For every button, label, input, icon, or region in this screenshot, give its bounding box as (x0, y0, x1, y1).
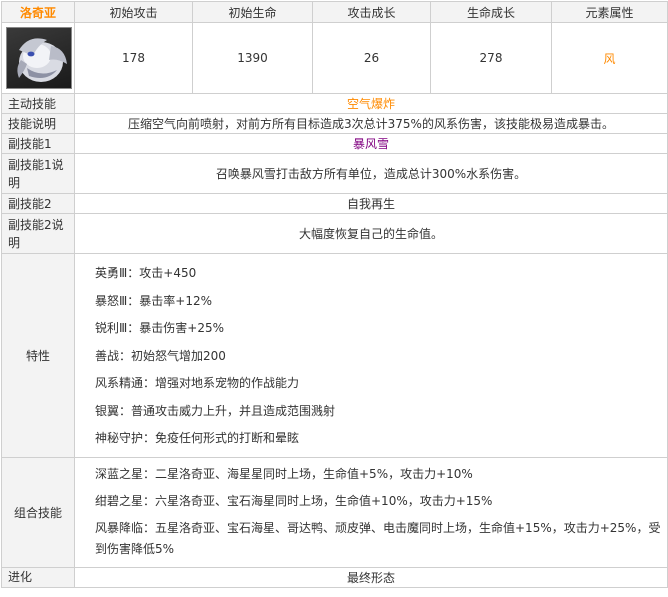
pet-name: 洛奇亚 (1, 1, 75, 23)
active-skill-row: 主动技能 空气爆炸 (1, 93, 668, 114)
initial-attack-value: 178 (74, 22, 193, 94)
sub-skill1-desc-row: 副技能1说明 召唤暴风雪打击敌方所有单位，造成总计300%水系伤害。 (1, 153, 668, 194)
trait-item: 英勇Ⅲ：攻击+450 (95, 266, 197, 280)
avatar-cell (1, 22, 75, 94)
trait-item: 风系精通：增强对地系宠物的作战能力 (95, 376, 300, 390)
skill-desc-row: 技能说明 压缩空气向前喷射，对前方所有目标造成3次总计375%的风系伤害，该技能… (1, 113, 668, 134)
col-attack-growth: 攻击成长 (312, 1, 431, 23)
hp-growth-value: 278 (430, 22, 552, 94)
combo-text: 绀碧之星：六星洛奇亚、宝石海星同时上场，生命值+10%，攻击力+15% (95, 493, 493, 508)
sub-skill2-name: 自我再生 (74, 193, 668, 214)
combo-list: 深蓝之星：二星洛奇亚、海星星同时上场，生命值+5%，攻击力+10% 绀碧之星：六… (75, 458, 667, 567)
skill-desc-label: 技能说明 (1, 113, 75, 134)
col-element: 元素属性 (551, 1, 668, 23)
combo-item: 绀碧之星：六星洛奇亚、宝石海星同时上场，生命值+10%，攻击力+15% (79, 488, 667, 515)
col-initial-attack: 初始攻击 (74, 1, 193, 23)
sub-skill1-desc-text: 召唤暴风雪打击敌方所有单位，造成总计300%水系伤害。 (74, 153, 668, 194)
col-initial-hp: 初始生命 (192, 1, 313, 23)
trait-item: 神秘守护：免疫任何形式的打断和晕眩 (95, 431, 300, 445)
sub-skill2-row: 副技能2 自我再生 (1, 193, 668, 214)
trait-item: 锐利Ⅲ：暴击伤害+25% (95, 321, 225, 335)
header-row: 洛奇亚 初始攻击 初始生命 攻击成长 生命成长 元素属性 (1, 1, 668, 23)
skill-desc-text: 压缩空气向前喷射，对前方所有目标造成3次总计375%的风系伤害，该技能极易造成暴… (74, 113, 668, 134)
pet-info-table: 洛奇亚 初始攻击 初始生命 攻击成长 生命成长 元素属性 178 1390 26 (1, 1, 668, 588)
traits-cell: 英勇Ⅲ：攻击+450 暴怒Ⅲ：暴击率+12% 锐利Ⅲ：暴击伤害+25% 善战：初… (74, 253, 668, 458)
sub-skill1-desc-label: 副技能1说明 (1, 153, 75, 194)
combo-cell: 深蓝之星：二星洛奇亚、海星星同时上场，生命值+5%，攻击力+10% 绀碧之星：六… (74, 456, 668, 568)
combo-item: 深蓝之星：二星洛奇亚、海星星同时上场，生命值+5%，攻击力+10% (79, 461, 667, 488)
sub-skill2-desc-row: 副技能2说明 大幅度恢复自己的生命值。 (1, 213, 668, 254)
trait-item: 银翼：普通攻击威力上升，并且造成范围溅射 (95, 403, 336, 418)
traits-row: 特性 英勇Ⅲ：攻击+450 暴怒Ⅲ：暴击率+12% 锐利Ⅲ：暴击伤害+25% 善… (1, 253, 668, 458)
trait-item: 善战：初始怒气增加200 (95, 348, 226, 363)
evolution-value: 最终形态 (74, 566, 668, 588)
sub-skill1-name: 暴风雪 (74, 133, 668, 154)
evolution-row: 进化 最终形态 (1, 566, 668, 588)
combo-label: 组合技能 (1, 456, 75, 568)
attack-growth-value: 26 (312, 22, 431, 94)
element-value: 风 (551, 22, 668, 94)
sub-skill2-desc-text: 大幅度恢复自己的生命值。 (74, 213, 668, 254)
combo-text: 深蓝之星：二星洛奇亚、海星星同时上场，生命值+5%，攻击力+10% (95, 466, 473, 481)
traits-list: 英勇Ⅲ：攻击+450 暴怒Ⅲ：暴击率+12% 锐利Ⅲ：暴击伤害+25% 善战：初… (75, 254, 667, 457)
stats-row: 178 1390 26 278 风 (1, 22, 668, 94)
traits-label: 特性 (1, 253, 75, 458)
active-skill-label: 主动技能 (1, 93, 75, 114)
combo-text: 风暴降临：五星洛奇亚、宝石海星、哥达鸭、顽皮弹、电击魔同时上场，生命值+15%，… (95, 520, 661, 556)
sub-skill1-row: 副技能1 暴风雪 (1, 133, 668, 154)
initial-hp-value: 1390 (192, 22, 313, 94)
combo-row: 组合技能 深蓝之星：二星洛奇亚、海星星同时上场，生命值+5%，攻击力+10% 绀… (1, 456, 668, 568)
sub-skill2-desc-label: 副技能2说明 (1, 213, 75, 254)
sub-skill2-label: 副技能2 (1, 193, 75, 214)
active-skill-name: 空气爆炸 (74, 93, 668, 114)
pet-avatar (6, 27, 72, 89)
evolution-label: 进化 (1, 566, 75, 588)
trait-item: 暴怒Ⅲ：暴击率+12% (95, 293, 213, 308)
col-hp-growth: 生命成长 (430, 1, 552, 23)
lugia-image (17, 38, 67, 82)
combo-item: 风暴降临：五星洛奇亚、宝石海星、哥达鸭、顽皮弹、电击魔同时上场，生命值+15%，… (79, 515, 667, 563)
sub-skill1-label: 副技能1 (1, 133, 75, 154)
